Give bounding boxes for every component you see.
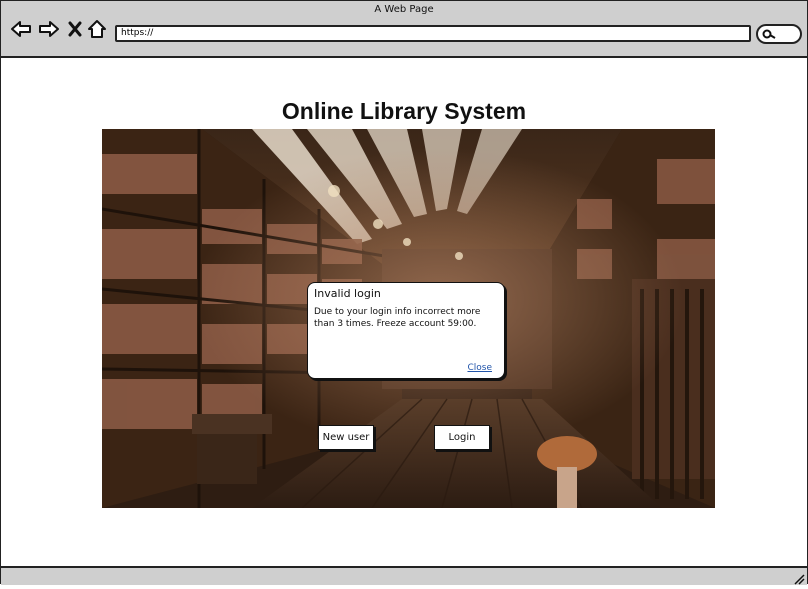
resize-grip-icon[interactable] <box>793 570 805 585</box>
forward-icon[interactable] <box>37 17 61 41</box>
status-bar <box>1 566 807 585</box>
dialog-message: Due to your login info incorrect more th… <box>314 307 481 329</box>
home-icon[interactable] <box>85 17 109 41</box>
window-title: A Web Page <box>374 4 434 15</box>
page-title: Online Library System <box>281 98 527 124</box>
search-field[interactable] <box>756 24 802 44</box>
browser-toolbar: A Web Page https:// <box>1 1 807 58</box>
dialog-close-link[interactable]: Close <box>467 363 492 373</box>
browser-window: A Web Page https:// Online Library Syste… <box>0 0 808 585</box>
stop-icon[interactable] <box>63 17 87 41</box>
new-user-button[interactable]: New user <box>318 425 374 450</box>
dialog-title: Invalid login <box>314 287 381 300</box>
address-bar[interactable]: https:// <box>115 25 751 42</box>
login-button[interactable]: Login <box>434 425 490 450</box>
back-icon[interactable] <box>9 17 33 41</box>
invalid-login-dialog: Invalid login Due to your login info inc… <box>307 282 505 379</box>
search-icon <box>762 29 776 39</box>
